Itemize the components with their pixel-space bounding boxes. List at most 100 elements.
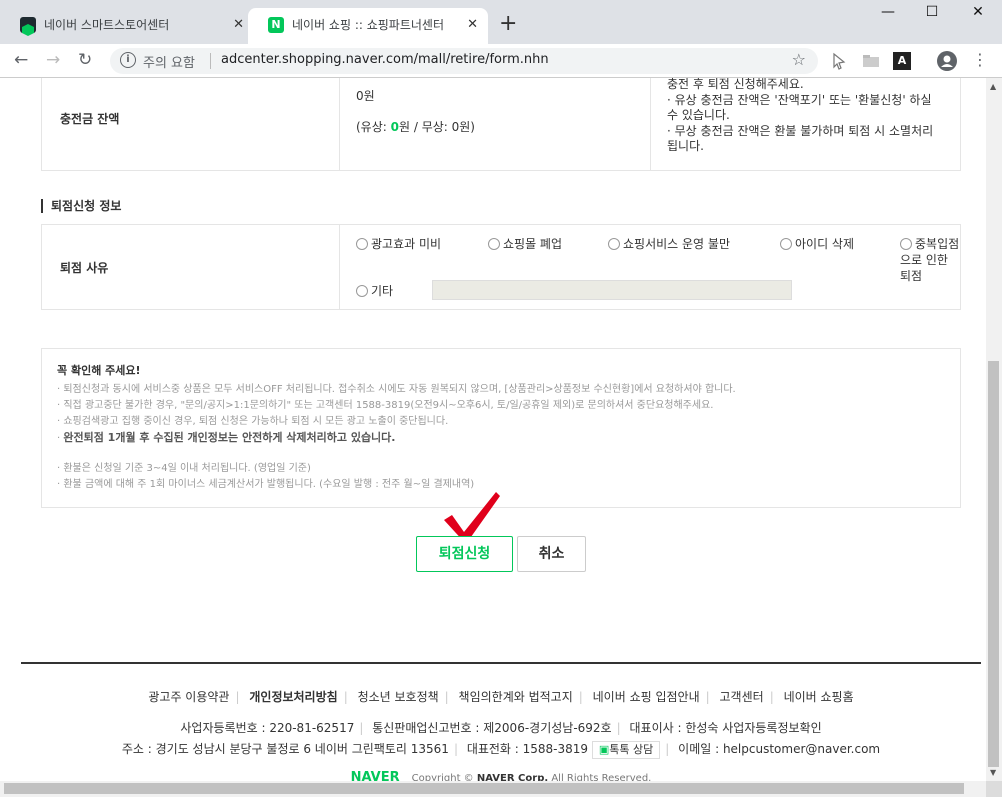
talktalk-button[interactable]: ▣톡톡 상담 bbox=[591, 741, 661, 759]
scrollbar-thumb[interactable] bbox=[4, 783, 964, 794]
smartstore-favicon-icon bbox=[20, 17, 36, 36]
divider: | bbox=[665, 742, 670, 756]
balance-label: 충전금 잔액 bbox=[41, 78, 340, 171]
notice-item: · 퇴점신청과 동시에 서비스중 상품은 모두 서비스OFF 처리됩니다. 접수… bbox=[57, 384, 736, 395]
reason-radio-group: 광고효과 미비 쇼핑몰 폐업 쇼핑서비스 운영 불만 아이디 삭제 중복입점으로… bbox=[356, 236, 959, 283]
close-tab-icon[interactable]: ✕ bbox=[467, 8, 478, 42]
chat-bubble-icon: ▣ bbox=[598, 743, 610, 756]
horizontal-scrollbar[interactable] bbox=[0, 781, 986, 797]
maximize-window-button[interactable]: ☐ bbox=[912, 4, 952, 20]
balance-notes: 충전 후 퇴점 신청해주세요. · 유상 충전금 잔액은 '잔액포기' 또는 '… bbox=[650, 78, 961, 171]
notice-box: 꼭 확인해 주세요! · 퇴점신청과 동시에 서비스중 상품은 모두 서비스OF… bbox=[41, 348, 961, 508]
a-extension-icon[interactable]: A bbox=[893, 52, 911, 70]
back-arrow-icon[interactable]: ← bbox=[14, 49, 28, 71]
page-viewport: 충전금 잔액 0원 (유상: 0원 / 무상: 0원) 충전 후 퇴점 신청해주… bbox=[0, 78, 986, 781]
browser-tab[interactable]: 네이버 스마트스토어센터 ✕ bbox=[0, 8, 248, 44]
submit-retire-button[interactable]: 퇴점신청 bbox=[416, 536, 513, 572]
divider: | bbox=[616, 721, 621, 735]
balance-note: · 무상 충전금 잔액은 환불 불가하며 퇴점 시 소멸처리 됩니다. bbox=[667, 123, 934, 154]
ceo-info[interactable]: 대표이사 : 한성숙 사업자등록정보확인 bbox=[629, 721, 821, 735]
reason-option[interactable]: 광고효과 미비 bbox=[356, 236, 441, 252]
copyright-suffix: All Rights Reserved. bbox=[548, 773, 652, 781]
notice-item: · 직접 광고중단 불가한 경우, "문의/공지>1:1문의하기" 또는 고객센… bbox=[57, 400, 714, 411]
reason-option[interactable]: 중복입점으로 인한 퇴점 bbox=[900, 236, 960, 284]
scroll-up-arrow-icon[interactable]: ▲ bbox=[990, 82, 996, 91]
balance-detail-suffix: 원 / 무상: 0원) bbox=[398, 120, 475, 134]
reason-option[interactable]: 쇼핑몰 폐업 bbox=[488, 236, 562, 252]
divider: | bbox=[235, 690, 240, 704]
radio-icon[interactable] bbox=[356, 238, 368, 250]
balance-note: · 유상 충전금 잔액은 '잔액포기' 또는 '환불신청' 하실 수 있습니다. bbox=[667, 92, 932, 123]
commerce-registration: 통신판매업신고번호 : 제2006-경기성남-692호 bbox=[372, 721, 612, 735]
other-reason-input[interactable] bbox=[432, 280, 792, 300]
balance-table: 충전금 잔액 0원 (유상: 0원 / 무상: 0원) 충전 후 퇴점 신청해주… bbox=[41, 78, 961, 171]
reason-table: 퇴점 사유 광고효과 미비 쇼핑몰 폐업 쇼핑서비스 운영 불만 아이디 삭제 … bbox=[41, 224, 961, 310]
footer-link-home[interactable]: 네이버 쇼핑홈 bbox=[784, 690, 854, 704]
profile-avatar-icon[interactable] bbox=[937, 51, 957, 71]
close-window-button[interactable]: ✕ bbox=[958, 4, 998, 20]
browser-tab-active[interactable]: N 네이버 쇼핑 :: 쇼핑파트너센터 ✕ bbox=[248, 8, 488, 44]
radio-icon[interactable] bbox=[356, 285, 368, 297]
balance-detail: (유상: 0원 / 무상: 0원) bbox=[356, 118, 634, 135]
balance-cell: 0원 (유상: 0원 / 무상: 0원) bbox=[339, 78, 651, 171]
security-status: 주의 요함 bbox=[143, 56, 195, 71]
reason-option[interactable]: 쇼핑서비스 운영 불만 bbox=[608, 236, 730, 252]
scroll-down-arrow-icon[interactable]: ▼ bbox=[990, 768, 996, 777]
naver-favicon-icon: N bbox=[268, 17, 284, 33]
reason-option-other[interactable]: 기타 bbox=[356, 282, 393, 299]
copyright-company: NAVER Corp. bbox=[476, 773, 549, 781]
footer-link-support[interactable]: 고객센터 bbox=[720, 690, 764, 704]
browser-toolbar: ← → ↻ i 주의 요함 adcenter.shopping.naver.co… bbox=[0, 44, 1002, 78]
url-text[interactable]: adcenter.shopping.naver.com/mall/retire/… bbox=[221, 52, 549, 67]
reason-option-label: 쇼핑서비스 운영 불만 bbox=[623, 237, 730, 251]
copyright-prefix: Copyright © bbox=[411, 773, 477, 781]
menu-dots-icon[interactable]: ⋮ bbox=[972, 49, 988, 71]
naver-logo: NAVER bbox=[350, 770, 400, 781]
balance-detail-prefix: (유상: bbox=[356, 120, 391, 134]
email-text: 이메일 : helpcustomer@naver.com bbox=[678, 742, 881, 756]
radio-icon[interactable] bbox=[900, 238, 912, 250]
address-bar[interactable]: i 주의 요함 adcenter.shopping.naver.com/mall… bbox=[110, 48, 818, 74]
radio-icon[interactable] bbox=[608, 238, 620, 250]
footer-link-legal[interactable]: 책임의한계와 법적고지 bbox=[459, 690, 573, 704]
reason-label: 퇴점 사유 bbox=[41, 224, 340, 310]
reason-option[interactable]: 아이디 삭제 bbox=[780, 236, 854, 252]
close-tab-icon[interactable]: ✕ bbox=[233, 8, 244, 42]
reload-icon[interactable]: ↻ bbox=[78, 49, 92, 71]
notice-item-text: 쇼핑검색광고 집행 중이신 경우, 퇴점 신청은 가능하나 퇴점 시 모든 광고… bbox=[63, 416, 449, 427]
vertical-scrollbar[interactable]: ▲ ▼ bbox=[986, 78, 1002, 781]
phone-text: 대표전화 : 1588-3819 bbox=[466, 742, 589, 756]
info-icon[interactable]: i bbox=[120, 52, 136, 68]
notice-item: · 환불은 신청일 기준 3~4일 이내 처리됩니다. (영업일 기준) bbox=[57, 463, 311, 474]
scrollbar-thumb[interactable] bbox=[988, 361, 999, 767]
divider: | bbox=[769, 690, 774, 704]
footer-link-terms[interactable]: 광고주 이용약관 bbox=[148, 690, 229, 704]
notice-item: · 완전퇴점 1개월 후 수집된 개인정보는 안전하게 삭제처리하고 있습니다. bbox=[57, 431, 396, 444]
minimize-window-button[interactable]: — bbox=[868, 4, 908, 20]
notice-item: · 쇼핑검색광고 집행 중이신 경우, 퇴점 신청은 가능하나 퇴점 시 모든 … bbox=[57, 416, 449, 427]
balance-amount: 0원 bbox=[356, 89, 375, 103]
footer-links: 광고주 이용약관 | 개인정보처리방침 | 청소년 보호정책 | 책임의한계와 법적고… bbox=[0, 688, 986, 705]
new-tab-button[interactable]: + bbox=[499, 12, 517, 36]
cancel-button[interactable]: 취소 bbox=[517, 536, 586, 572]
bookmark-star-icon[interactable]: ☆ bbox=[792, 50, 806, 69]
footer-info-line1: 사업자등록번호 : 220-81-62517 | 통신판매업신고번호 : 제200… bbox=[0, 719, 986, 736]
divider: | bbox=[578, 690, 583, 704]
reason-option-label: 쇼핑몰 폐업 bbox=[503, 237, 563, 251]
forward-arrow-icon[interactable]: → bbox=[46, 49, 60, 71]
radio-icon[interactable] bbox=[488, 238, 500, 250]
footer-link-guide[interactable]: 네이버 쇼핑 입점안내 bbox=[593, 690, 700, 704]
footer-link-privacy[interactable]: 개인정보처리방침 bbox=[249, 690, 337, 704]
folder-extension-icon[interactable] bbox=[862, 52, 880, 70]
paid-balance-value: 0 bbox=[390, 120, 399, 134]
notice-item-text: 환불 금액에 대해 주 1회 마이너스 세금계산서가 발행됩니다. (수요일 발… bbox=[63, 479, 475, 490]
divider: | bbox=[444, 690, 449, 704]
tab-title: 네이버 스마트스토어센터 bbox=[44, 18, 170, 32]
footer-link-youth[interactable]: 청소년 보호정책 bbox=[358, 690, 439, 704]
divider bbox=[210, 53, 211, 69]
radio-icon[interactable] bbox=[780, 238, 792, 250]
section-title: 퇴점신청 정보 bbox=[41, 199, 121, 213]
business-number: 사업자등록번호 : 220-81-62517 bbox=[180, 721, 355, 735]
cursor-extension-icon[interactable] bbox=[830, 52, 848, 70]
